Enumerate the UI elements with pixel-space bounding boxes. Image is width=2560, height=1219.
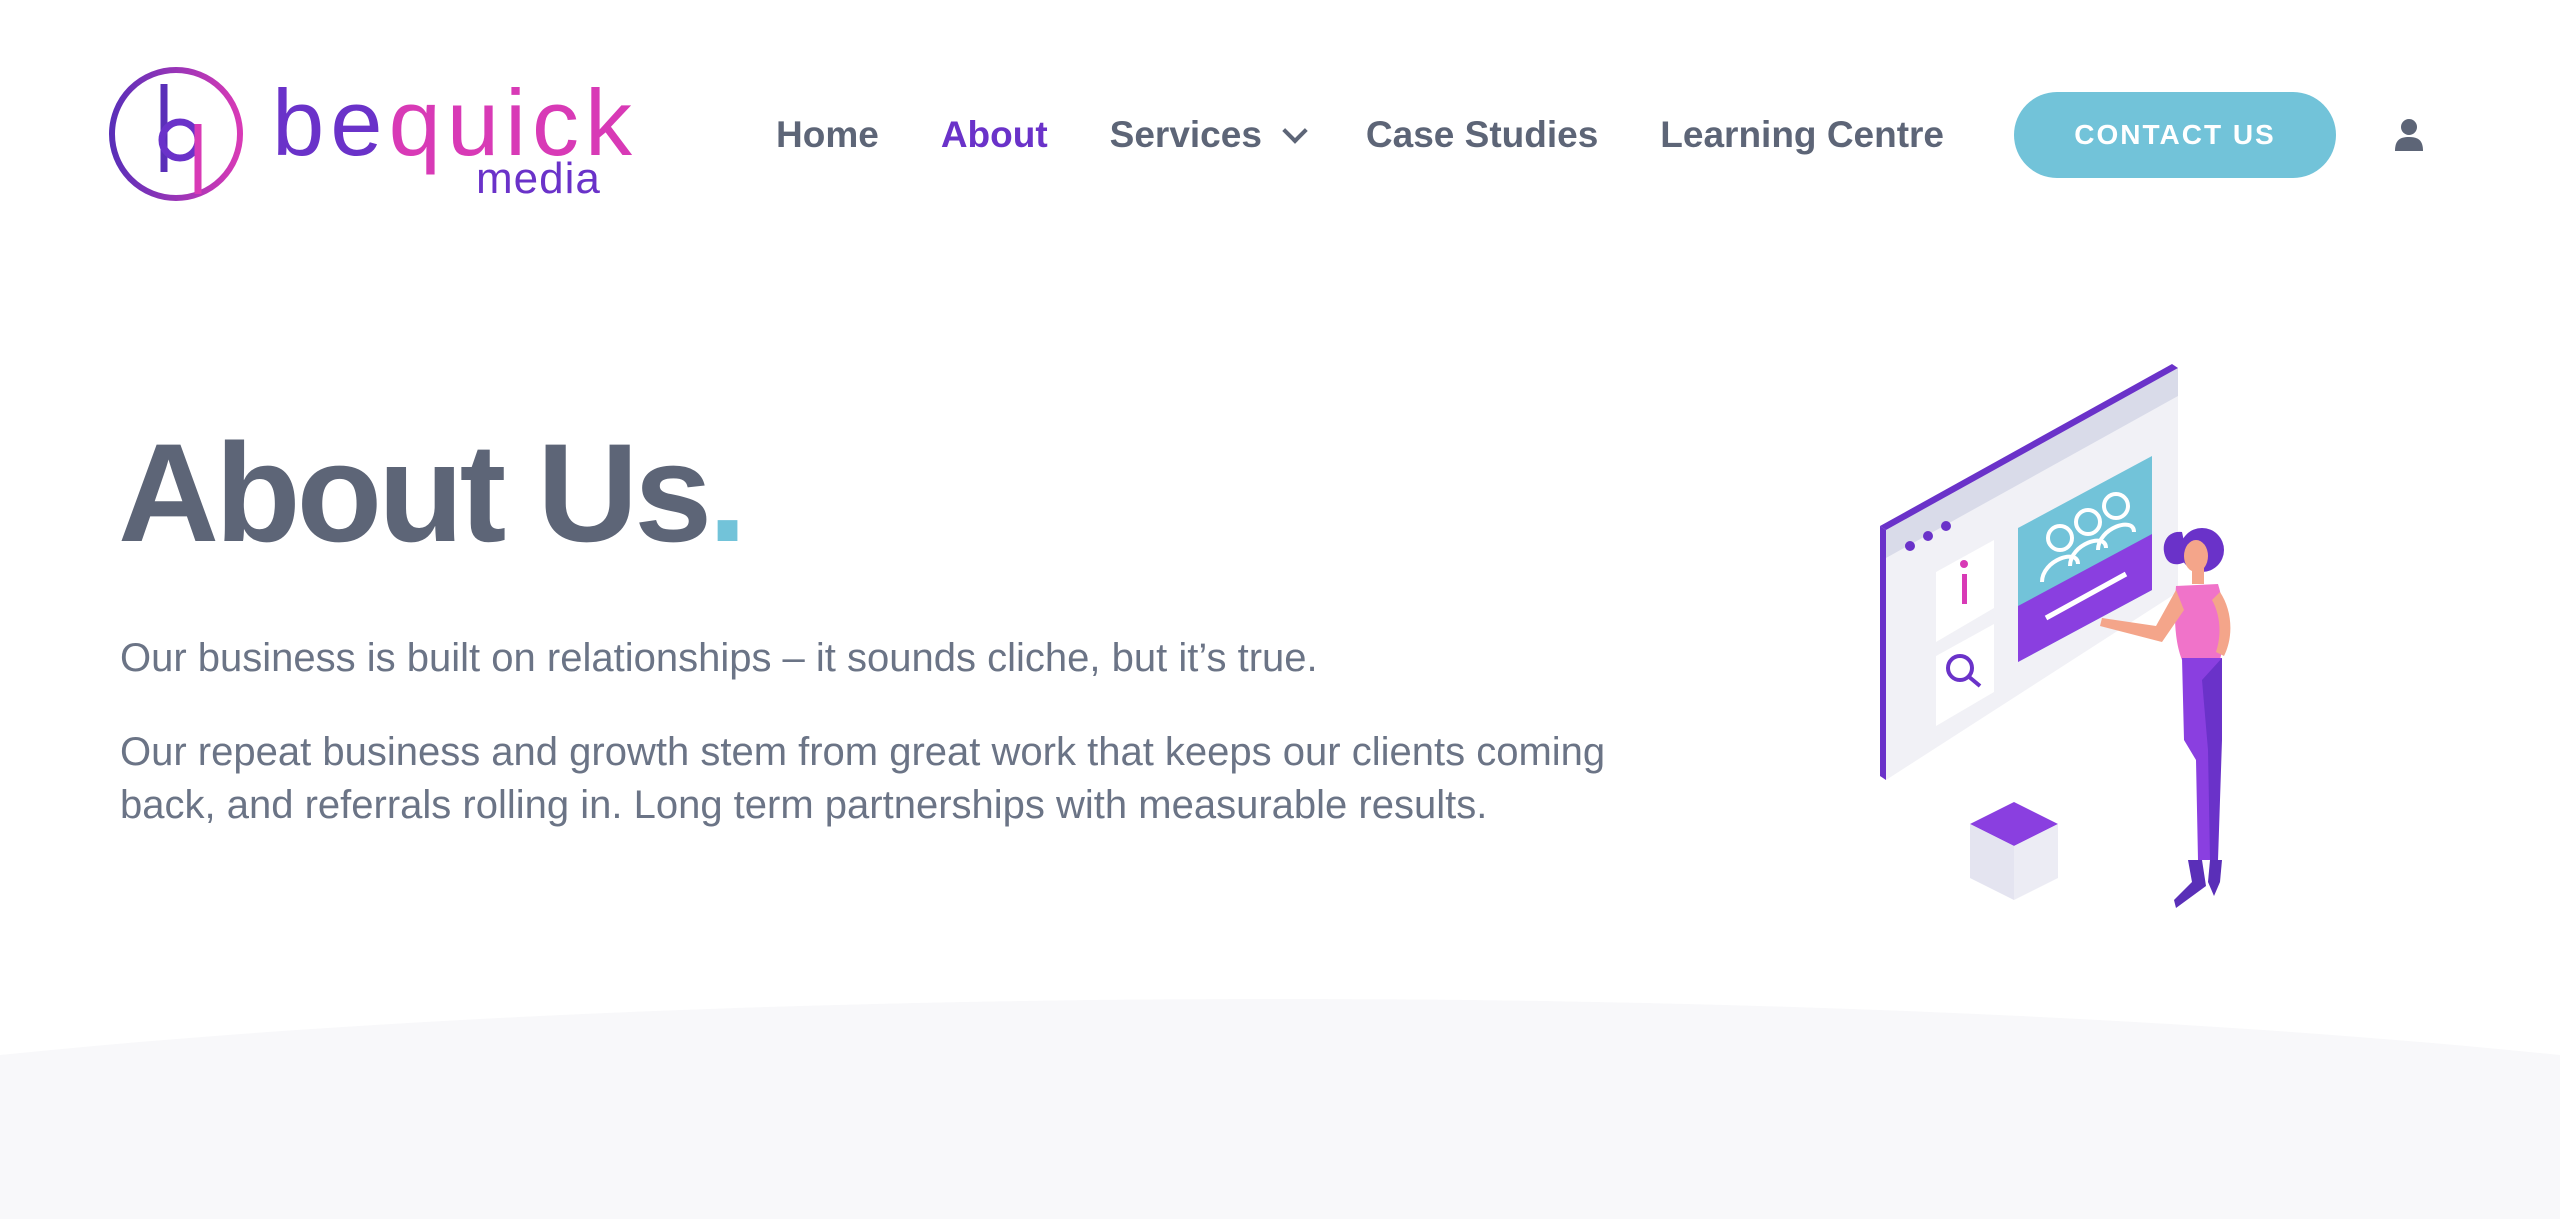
site-header: bequick media Home About Services Case S…	[0, 0, 2560, 270]
contact-us-button[interactable]: CONTACT US	[2014, 92, 2336, 178]
nav-item-learning-centre[interactable]: Learning Centre	[1660, 114, 1944, 156]
logo-mark-icon	[109, 67, 243, 201]
main-nav: Home About Services Case Studies Learnin…	[776, 110, 2006, 160]
description-paragraph: Our repeat business and growth stem from…	[120, 730, 1606, 827]
chevron-down-icon	[1282, 118, 1308, 144]
page-title: About Us.	[118, 418, 747, 568]
bottom-background-curve	[0, 999, 2560, 1219]
nav-item-about[interactable]: About	[941, 114, 1048, 156]
logo-media-text: media	[476, 154, 601, 203]
user-icon[interactable]	[2394, 118, 2424, 152]
nav-item-services[interactable]: Services	[1109, 114, 1308, 156]
logo-be-text: be	[272, 70, 389, 175]
nav-item-case-studies[interactable]: Case Studies	[1366, 114, 1598, 156]
page-title-text: About Us	[118, 414, 712, 571]
bequick-logo[interactable]: bequick media	[106, 64, 632, 208]
nav-item-services-label: Services	[1109, 114, 1262, 155]
woman-at-screen-illustration	[1880, 364, 2231, 908]
intro-paragraph: Our business is built on relationships –…	[120, 636, 1318, 680]
page-title-dot: .	[708, 414, 747, 571]
nav-item-home[interactable]: Home	[776, 114, 879, 156]
